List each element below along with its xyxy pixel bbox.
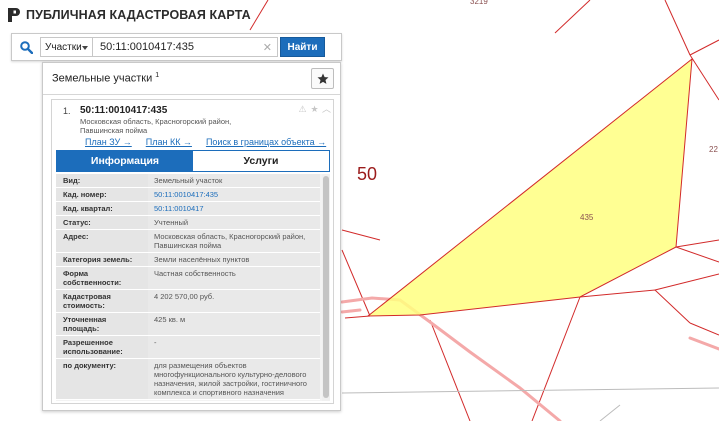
region-number-label: 50 bbox=[357, 164, 378, 184]
info-key: по документу: bbox=[56, 359, 148, 399]
info-row: Кад. номер: 50:11:0010417:435 bbox=[56, 188, 320, 202]
info-row: Кад. квартал: 50:11:0010417 bbox=[56, 202, 320, 216]
app-header: ПУБЛИЧНАЯ КАДАСТРОВАЯ КАРТА bbox=[8, 6, 251, 24]
result-count: 1 bbox=[155, 72, 160, 79]
boundary-line bbox=[341, 229, 381, 241]
boundary-line bbox=[689, 322, 719, 336]
road-line bbox=[340, 296, 562, 421]
panel-title: Земельные участки 1 bbox=[52, 72, 159, 85]
boundary-line bbox=[654, 273, 719, 291]
info-table: Вид: Земельный участок Кад. номер: 50:11:00… bbox=[56, 174, 320, 400]
info-value: для размещения объектов многофункциональ… bbox=[148, 359, 320, 399]
result-index: 1. bbox=[63, 106, 71, 116]
info-value: Земли населённых пунктов bbox=[148, 253, 320, 266]
find-button[interactable]: Найти bbox=[280, 37, 325, 57]
info-row: по документу: для размещения объектов мно… bbox=[56, 359, 320, 400]
result-cadnum[interactable]: 50:11:0010417:435 bbox=[80, 105, 167, 116]
tab-services[interactable]: Услуги bbox=[193, 151, 329, 171]
info-row: Разрешенное использование: - bbox=[56, 336, 320, 359]
info-key: Форма собственности: bbox=[56, 267, 148, 289]
clear-icon[interactable]: ✕ bbox=[263, 41, 272, 54]
boundary-line bbox=[344, 315, 371, 319]
search-input[interactable]: 50:11:0010417:435 ✕ bbox=[93, 37, 278, 57]
parcel-label-top: 3219 bbox=[470, 0, 488, 6]
search-bar: Участки 50:11:0010417:435 ✕ Найти bbox=[11, 33, 342, 61]
info-key: Разрешенное использование: bbox=[56, 336, 148, 358]
grid-line bbox=[599, 404, 621, 421]
boundary-line bbox=[554, 0, 591, 34]
info-value: Московская область, Красногорский район,… bbox=[148, 230, 320, 252]
info-row: Уточненная площадь: 425 кв. м bbox=[56, 313, 320, 336]
logo-icon bbox=[8, 8, 20, 22]
info-row: Категория земель: Земли населённых пункто… bbox=[56, 253, 320, 267]
boundary-line bbox=[689, 39, 719, 56]
info-value: Земельный участок bbox=[148, 174, 320, 187]
app-title: ПУБЛИЧНАЯ КАДАСТРОВАЯ КАРТА bbox=[26, 8, 251, 22]
boundary-line bbox=[675, 246, 719, 263]
boundary-line bbox=[664, 0, 691, 56]
panel-title-text: Земельные участки bbox=[52, 72, 153, 85]
chevron-down-icon bbox=[82, 46, 88, 50]
star-icon bbox=[317, 73, 328, 84]
info-value: 425 кв. м bbox=[148, 313, 320, 335]
info-key: Кадастровая стоимость: bbox=[56, 290, 148, 312]
parcel-number-label: 435 bbox=[580, 213, 594, 222]
result-card: 1. 50:11:0010417:435 Московская область,… bbox=[51, 99, 334, 404]
link-search-in-bounds[interactable]: Поиск в границах объекта → bbox=[206, 137, 326, 147]
info-key: Уточненная площадь: bbox=[56, 313, 148, 335]
search-query: 50:11:0010417:435 bbox=[100, 41, 194, 53]
panel-divider bbox=[43, 94, 340, 95]
chevron-up-icon[interactable]: ︿ bbox=[322, 105, 331, 114]
info-key: Адрес: bbox=[56, 230, 148, 252]
info-key: Кад. квартал: bbox=[56, 202, 148, 215]
info-row: Вид: Земельный участок bbox=[56, 174, 320, 188]
boundary-line bbox=[675, 239, 719, 248]
info-key: Статус: bbox=[56, 216, 148, 229]
favorites-button[interactable] bbox=[311, 68, 334, 89]
info-row: Кадастровая стоимость: 4 202 570,00 руб. bbox=[56, 290, 320, 313]
result-address: Московская область, Красногорский район,… bbox=[80, 117, 232, 135]
road-line bbox=[688, 336, 719, 351]
info-row: Адрес: Московская область, Красногорский … bbox=[56, 230, 320, 253]
road-line bbox=[340, 308, 362, 314]
info-value[interactable]: 50:11:0010417:435 bbox=[148, 188, 320, 201]
info-value[interactable]: 50:11:0010417 bbox=[148, 202, 320, 215]
info-area: Вид: Земельный участок Кад. номер: 50:11:00… bbox=[56, 174, 330, 401]
link-zu-plan[interactable]: План ЗУ → bbox=[85, 137, 132, 147]
grid-line bbox=[341, 387, 719, 394]
boundary-line bbox=[579, 289, 691, 324]
results-panel: Земельные участки 1 1. 50:11:0010417:435… bbox=[42, 62, 341, 411]
tab-info[interactable]: Информация bbox=[57, 151, 193, 171]
link-kk-plan[interactable]: План КК → bbox=[146, 137, 192, 147]
card-tabs: Информация Услуги bbox=[56, 150, 330, 172]
boundary-line bbox=[689, 54, 719, 101]
info-value: - bbox=[148, 336, 320, 358]
parcel-label-right: 22 bbox=[709, 145, 718, 154]
info-value: Частная собственность bbox=[148, 267, 320, 289]
card-tools: ⚠ ★ ︿ bbox=[298, 105, 331, 114]
selected-parcel bbox=[366, 57, 693, 317]
search-type-select[interactable]: Участки bbox=[40, 37, 93, 57]
info-value: 4 202 570,00 руб. bbox=[148, 290, 320, 312]
star-icon[interactable]: ★ bbox=[310, 105, 319, 114]
scroll-thumb[interactable] bbox=[323, 176, 329, 398]
boundary-line bbox=[249, 0, 269, 31]
info-value: Учтенный bbox=[148, 216, 320, 229]
info-key: Вид: bbox=[56, 174, 148, 187]
search-type-value: Участки bbox=[45, 41, 82, 53]
card-links: План ЗУ → План КК → Поиск в границах объ… bbox=[85, 137, 340, 147]
info-row: Форма собственности: Частная собственност… bbox=[56, 267, 320, 290]
boundary-line bbox=[341, 249, 371, 317]
info-key: Категория земель: bbox=[56, 253, 148, 266]
info-row: Статус: Учтенный bbox=[56, 216, 320, 230]
scrollbar[interactable] bbox=[322, 174, 330, 401]
warning-icon[interactable]: ⚠ bbox=[298, 105, 307, 114]
search-icon[interactable] bbox=[12, 34, 40, 60]
info-key: Кад. номер: bbox=[56, 188, 148, 201]
